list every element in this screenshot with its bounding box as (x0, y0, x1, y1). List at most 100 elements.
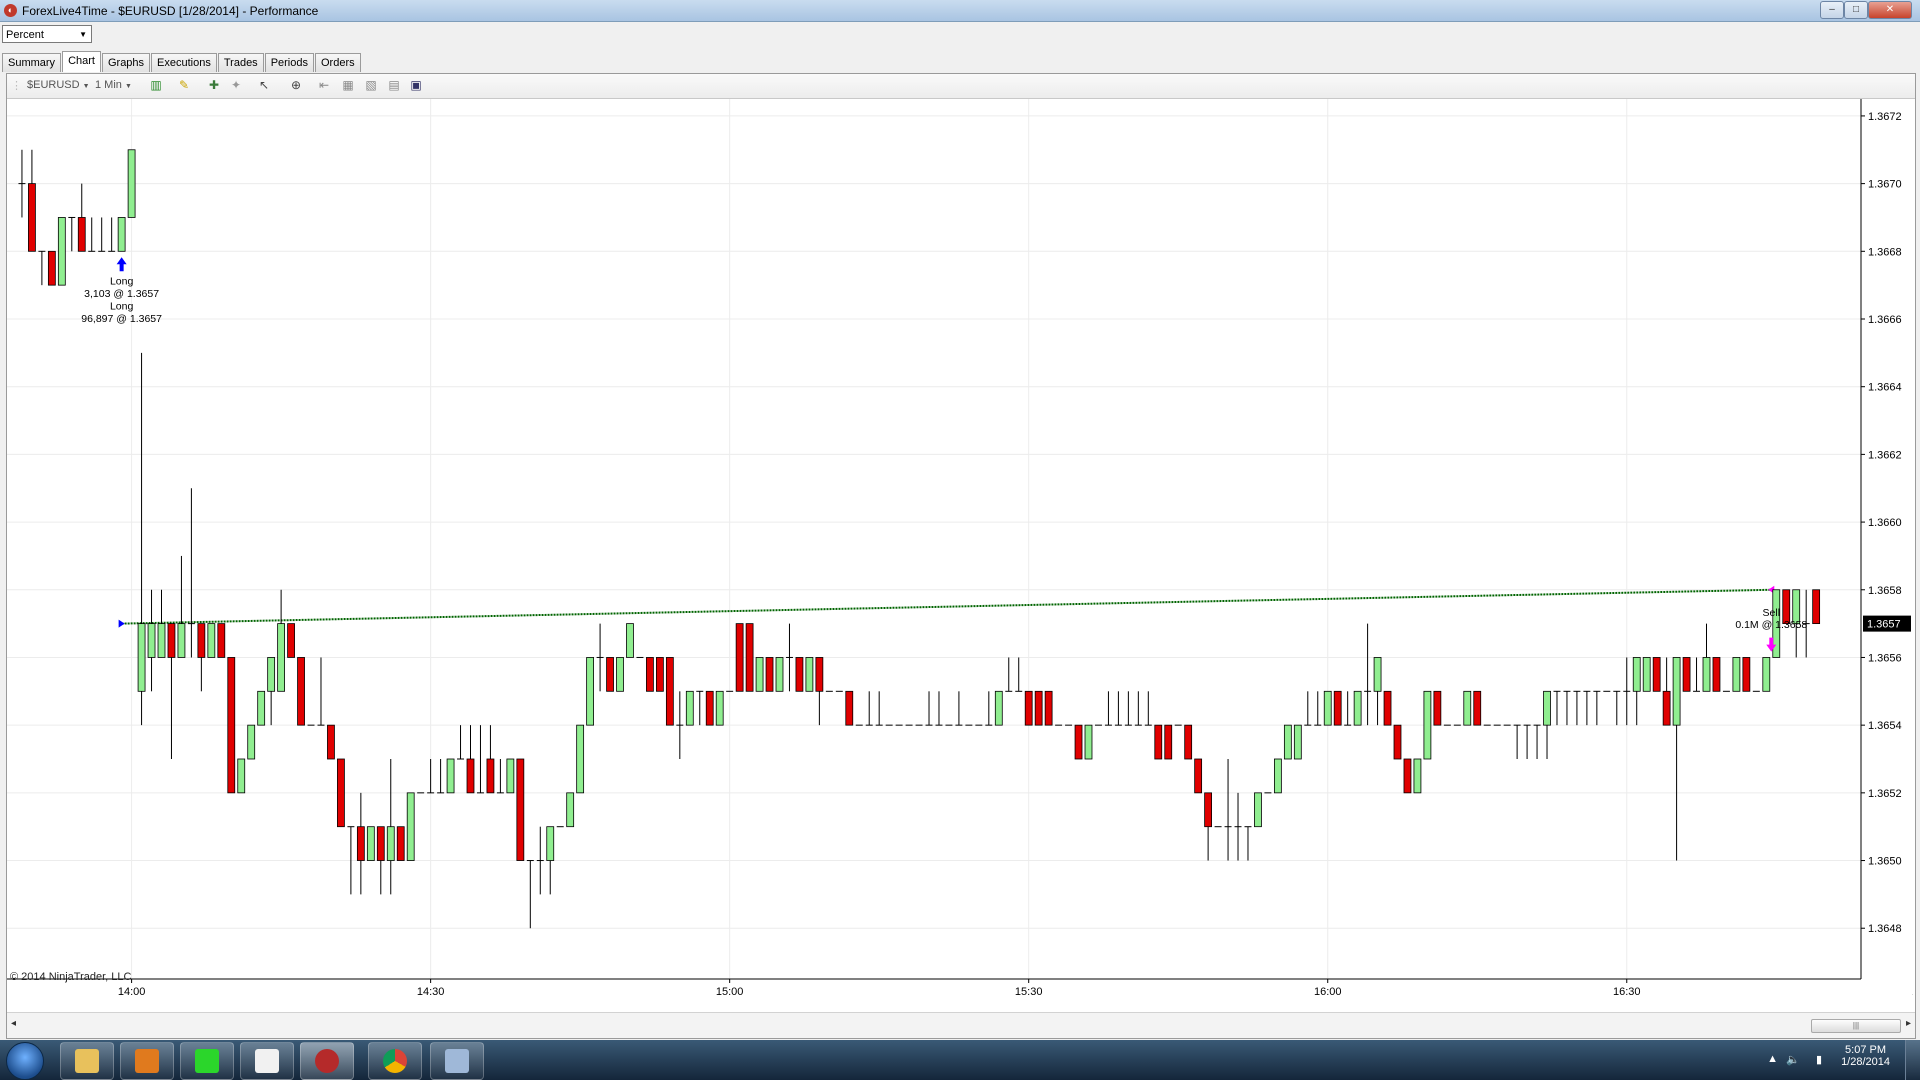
taskbar-explorer[interactable] (60, 1042, 114, 1080)
strategy-icon[interactable]: ✦ (229, 78, 243, 92)
candle-body (1543, 690, 1551, 726)
show-hidden-icons-icon[interactable]: ▲ (1767, 1053, 1778, 1065)
taskbar-app-green[interactable] (180, 1042, 234, 1080)
chrome-icon (383, 1049, 407, 1073)
x-tick-label: 16:30 (1613, 986, 1641, 998)
display-unit-select[interactable]: Percent ▼ (2, 25, 92, 43)
tray-clock[interactable]: 5:07 PM 1/28/2014 (1841, 1044, 1890, 1068)
candle-body (327, 724, 335, 760)
candle-body (1433, 690, 1442, 726)
window-title-bar[interactable]: ◐ ForexLive4Time - $EURUSD [1/28/2014] -… (0, 0, 1920, 22)
candle-body (755, 657, 764, 692)
candle-body (1732, 657, 1741, 692)
candle-body (646, 657, 654, 692)
volume-icon[interactable]: 🔈 (1786, 1053, 1800, 1066)
chart-toolbar: ⋮ $EURUSD ▼ 1 Min ▼ ▥ ✎ ✚ ✦ ↖ ⊕ ⇤ ▦ ▧ ▤ … (7, 74, 1915, 99)
candle-body (267, 657, 276, 692)
network-icon[interactable]: ▮ (1816, 1053, 1822, 1066)
candle-body (506, 758, 515, 794)
instrument-selector[interactable]: $EURUSD ▼ (27, 79, 90, 91)
candle-body (167, 623, 176, 658)
candle-body (57, 217, 66, 286)
tab-periods[interactable]: Periods (264, 53, 314, 72)
scroll-left-icon[interactable]: ⇤ (317, 78, 331, 92)
candle-body (207, 623, 216, 658)
candle-body (1393, 724, 1402, 760)
tab-chart[interactable]: Chart (62, 51, 101, 72)
taskbar-chrome[interactable] (368, 1042, 422, 1080)
candle-body (337, 758, 345, 828)
scroll-left-arrow-icon[interactable]: ◂ (11, 1018, 16, 1029)
y-tick-label: 1.3658 (1868, 585, 1902, 597)
candle-body (1742, 657, 1751, 692)
taskbar-java[interactable] (240, 1042, 294, 1080)
interval-selector[interactable]: 1 Min ▼ (95, 79, 132, 91)
y-tick-label: 1.3668 (1868, 246, 1902, 258)
horizontal-scrollbar[interactable]: ◂ ||| ▸ (7, 1012, 1915, 1038)
candlestick-chart[interactable]: 1.3672 1.3670 1.3668 1.3666 1.3664 1.3662 1.36… (7, 99, 1913, 1009)
candle-body (466, 758, 475, 794)
maximize-button[interactable]: □ (1844, 1, 1868, 19)
trendline (121, 588, 1772, 625)
execution-label: Long (110, 275, 134, 287)
instrument-label: $EURUSD (27, 79, 80, 91)
last-price-label: 1.3657 (1867, 619, 1901, 631)
scroll-right-arrow-icon[interactable]: ▸ (1906, 1018, 1911, 1029)
candle-body (77, 217, 86, 252)
candle-body (795, 657, 804, 692)
tab-summary[interactable]: Summary (2, 53, 62, 72)
close-button[interactable]: ✕ (1868, 1, 1912, 19)
candle-body (1084, 724, 1093, 760)
clock-date: 1/28/2014 (1841, 1056, 1890, 1068)
candle-body (406, 792, 415, 861)
cursor-icon[interactable]: ↖ (257, 78, 271, 92)
tab-orders[interactable]: Orders (314, 53, 361, 72)
tab-graphs[interactable]: Graphs (101, 53, 151, 72)
candle-body (1254, 792, 1262, 828)
candle-body (655, 657, 664, 692)
candle-body (626, 623, 634, 658)
toolbar-grip: ⋮ (11, 80, 22, 92)
tab-trades[interactable]: Trades (217, 53, 264, 72)
copy-icon[interactable]: ▤ (387, 78, 401, 92)
candle-body (566, 792, 575, 828)
candle-body (845, 690, 854, 726)
pencil-icon[interactable]: ✎ (177, 78, 191, 92)
performance-tabs: Summary Chart Graphs Executions Trades P… (2, 51, 362, 72)
display-unit-value: Percent (6, 29, 44, 41)
indicator-icon[interactable]: ✚ (207, 78, 221, 92)
image-icon[interactable]: ▧ (364, 78, 378, 92)
window-layout-icon[interactable]: ▣ (409, 78, 423, 92)
candle-body (1413, 758, 1422, 794)
candle-body (396, 826, 405, 861)
candle-body (665, 657, 674, 726)
candle-body (1682, 657, 1691, 692)
candle-body (1333, 690, 1342, 726)
candle-body (1652, 657, 1661, 692)
minimize-button[interactable]: – (1820, 1, 1844, 19)
taskbar-media-player[interactable] (120, 1042, 174, 1080)
y-tick-label: 1.3660 (1868, 517, 1902, 529)
scrollbar-thumb[interactable]: ||| (1811, 1019, 1901, 1033)
candle-body (1044, 690, 1053, 726)
folder-icon (75, 1049, 99, 1073)
candle-body (47, 250, 56, 286)
windows-taskbar: ▲ 🔈 ▮ 5:07 PM 1/28/2014 (0, 1040, 1920, 1080)
execution-label: 3,103 @ 1.3657 (84, 288, 159, 300)
show-desktop-button[interactable] (1905, 1040, 1920, 1080)
zoom-icon[interactable]: ⊕ (289, 78, 303, 92)
properties-icon[interactable]: ▦ (341, 78, 355, 92)
candle-body (1184, 724, 1193, 760)
tab-executions[interactable]: Executions (151, 53, 217, 72)
execution-label: Sell (1763, 607, 1781, 619)
chart-style-icon[interactable]: ▥ (149, 78, 163, 92)
taskbar-ninjatrader[interactable] (300, 1042, 354, 1080)
candle-body (1423, 690, 1432, 760)
candle-body (685, 690, 694, 726)
candle-body (227, 657, 236, 794)
start-button[interactable] (6, 1042, 44, 1080)
candle-body (1712, 657, 1721, 692)
candle-body (28, 183, 36, 252)
taskbar-remote-desktop[interactable] (430, 1042, 484, 1080)
interval-label: 1 Min (95, 79, 122, 91)
